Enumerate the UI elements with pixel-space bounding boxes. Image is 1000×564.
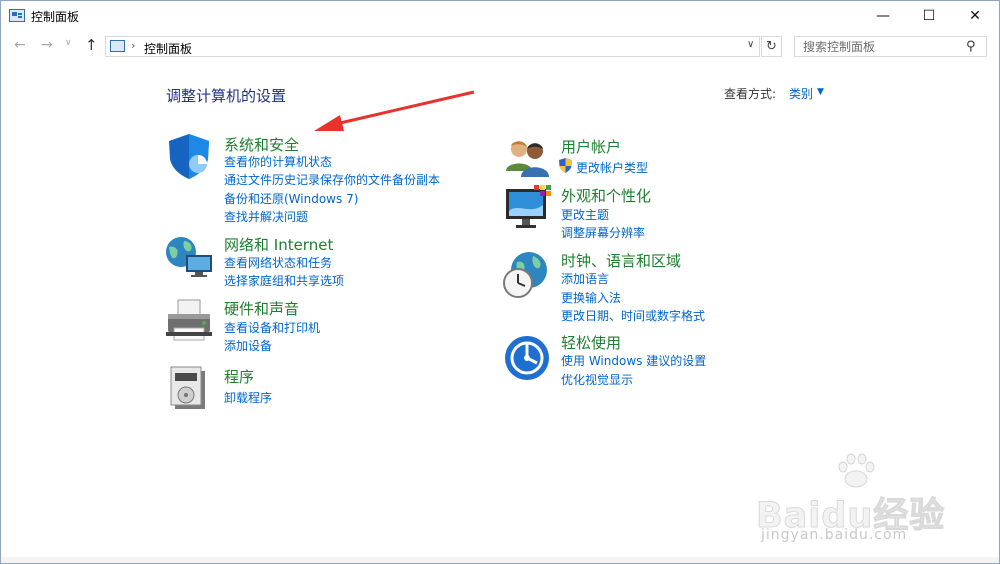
view-by-label: 查看方式:: [724, 87, 777, 101]
uac-shield-icon: [559, 158, 572, 173]
link-devices-printers[interactable]: 查看设备和打印机: [224, 319, 320, 336]
refresh-button[interactable]: ↻: [761, 36, 782, 57]
link-screen-resolution[interactable]: 调整屏幕分辨率: [561, 224, 645, 241]
link-add-language[interactable]: 添加语言: [561, 270, 609, 287]
view-by-chevron-icon[interactable]: ▼: [817, 87, 824, 97]
link-optimize-visual-display[interactable]: 优化视觉显示: [561, 371, 633, 388]
search-icon[interactable]: ⚲: [966, 39, 976, 54]
link-change-input-method[interactable]: 更换输入法: [561, 289, 621, 306]
minimize-button[interactable]: —: [860, 1, 906, 31]
maximize-button[interactable]: ☐: [906, 1, 952, 31]
taskbar-edge: [1, 557, 999, 563]
view-by-dropdown[interactable]: 类别: [789, 85, 813, 102]
category-clock-region-title[interactable]: 时钟、语言和区域: [561, 250, 681, 271]
breadcrumb-separator: ›: [131, 39, 136, 52]
link-troubleshoot[interactable]: 查找并解决问题: [224, 208, 308, 225]
category-appearance-title[interactable]: 外观和个性化: [561, 185, 651, 206]
search-input[interactable]: [795, 37, 968, 56]
title-bar: 控制面板 — ☐ ✕: [1, 1, 999, 31]
baidu-jingyan-watermark: Baidu经验 jingyan.baidu.com: [755, 453, 976, 548]
network-globe-icon[interactable]: [164, 235, 214, 279]
users-icon[interactable]: [504, 137, 550, 179]
link-file-history-backup[interactable]: 通过文件历史记录保存你的文件备份副本: [224, 171, 440, 188]
address-dropdown-icon[interactable]: ∨: [747, 39, 754, 50]
control-panel-icon: [9, 9, 25, 22]
shield-icon[interactable]: [164, 131, 214, 181]
link-backup-restore[interactable]: 备份和还原(Windows 7): [224, 190, 358, 207]
link-recommended-settings[interactable]: 使用 Windows 建议的设置: [561, 352, 706, 369]
link-uninstall-program[interactable]: 卸载程序: [224, 389, 272, 406]
category-user-accounts-title[interactable]: 用户帐户: [561, 136, 621, 157]
up-arrow-icon[interactable]: ↑: [85, 36, 98, 54]
window-title: 控制面板: [31, 10, 80, 24]
category-ease-of-access-title[interactable]: 轻松使用: [561, 332, 621, 353]
page-title: 调整计算机的设置: [166, 87, 287, 105]
paw-logo-icon: [838, 453, 875, 488]
close-button[interactable]: ✕: [952, 1, 998, 31]
link-add-device[interactable]: 添加设备: [224, 337, 272, 354]
control-panel-icon: [110, 40, 125, 52]
search-box[interactable]: ⚲: [794, 36, 987, 57]
link-view-network-status[interactable]: 查看网络状态和任务: [224, 254, 332, 271]
annotation-arrow: [314, 90, 475, 131]
link-homegroup-sharing[interactable]: 选择家庭组和共享选项: [224, 272, 344, 289]
category-network-internet-title[interactable]: 网络和 Internet: [224, 234, 333, 255]
forward-arrow-icon[interactable]: →: [41, 37, 53, 53]
programs-icon[interactable]: [169, 365, 209, 411]
monitor-icon[interactable]: [504, 185, 552, 231]
printer-icon[interactable]: [164, 298, 214, 344]
clock-globe-icon[interactable]: [501, 250, 551, 300]
address-bar[interactable]: › 控制面板 ∨: [105, 36, 760, 57]
link-change-account-type[interactable]: 更改帐户类型: [576, 159, 648, 176]
back-arrow-icon[interactable]: ←: [14, 37, 26, 53]
link-change-theme[interactable]: 更改主题: [561, 206, 609, 223]
control-panel-window: 控制面板 — ☐ ✕ ← → ∨ ↑ › 控制面板 ∨ ↻ ⚲ 调整计算机的设置…: [0, 0, 1000, 564]
breadcrumb-control-panel[interactable]: 控制面板: [144, 40, 192, 57]
recent-locations-chevron-icon[interactable]: ∨: [65, 38, 72, 48]
category-programs-title[interactable]: 程序: [224, 366, 254, 387]
link-view-computer-status[interactable]: 查看你的计算机状态: [224, 153, 332, 170]
watermark-url: jingyan.baidu.com: [761, 527, 908, 543]
link-change-date-time-format[interactable]: 更改日期、时间或数字格式: [561, 307, 705, 324]
category-system-security-title[interactable]: 系统和安全: [224, 134, 299, 155]
ease-of-access-icon[interactable]: [504, 335, 550, 381]
category-hardware-sound-title[interactable]: 硬件和声音: [224, 298, 299, 319]
